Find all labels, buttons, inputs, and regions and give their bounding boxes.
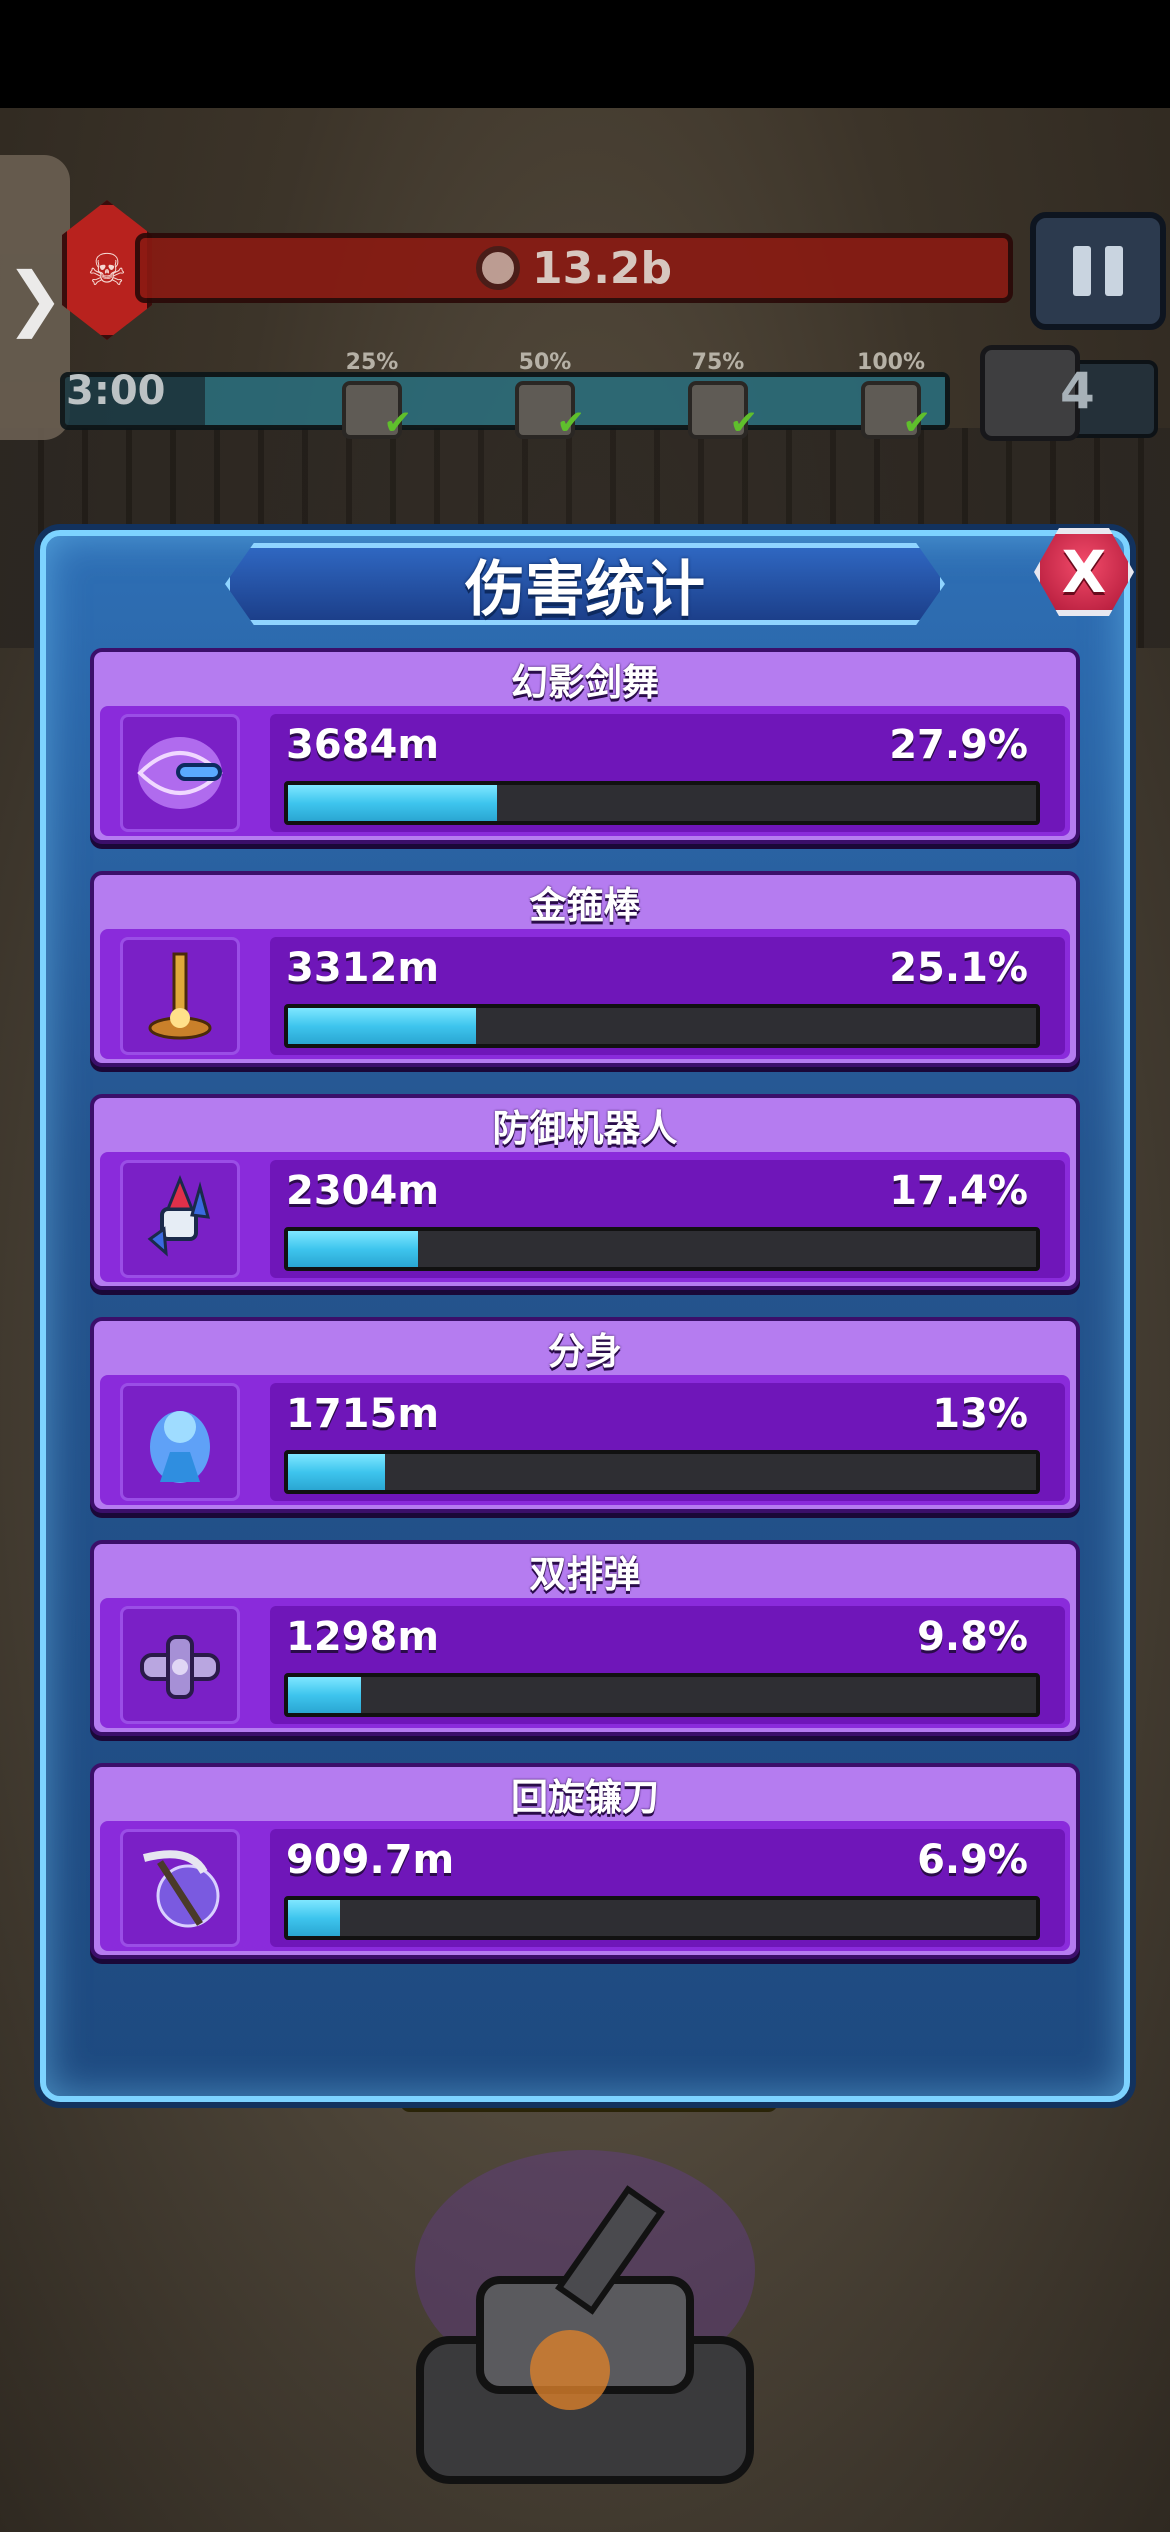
check-icon: ✔ (902, 403, 932, 443)
check-icon: ✔ (729, 403, 759, 443)
skill-card: 分身 1715m 13% (90, 1317, 1080, 1513)
skill-name: 双排弹 (529, 1553, 641, 1596)
skill-damage-bar (284, 1227, 1040, 1271)
skill-damage-bar-fill (288, 1677, 362, 1713)
chest-icon: ✔ (861, 381, 931, 443)
chest-icon: ✔ (342, 381, 412, 443)
skill-damage-bar-fill (288, 785, 497, 821)
skill-damage-bar (284, 1004, 1040, 1048)
skill-damage: 2304m (286, 1168, 440, 1214)
target-icon (475, 246, 520, 290)
skill-card: 幻影剑舞 3684m 27.9% (90, 648, 1080, 844)
skill-percent: 27.9% (889, 722, 1028, 768)
phantom-sword-icon (120, 714, 240, 832)
boss-hp-value: 13.2b (531, 242, 673, 294)
skill-name: 分身 (548, 1330, 622, 1373)
skill-damage: 3684m (286, 722, 440, 768)
skill-damage-bar (284, 1896, 1040, 1940)
golden-staff-icon (120, 937, 240, 1055)
skill-name: 防御机器人 (492, 1107, 678, 1150)
player-tank-icon (415, 2150, 755, 2484)
skill-percent: 17.4% (889, 1168, 1028, 1214)
milestone-label: 75% (691, 350, 745, 375)
skill-damage: 1298m (286, 1614, 440, 1660)
milestone-75: 75% ✔ (683, 350, 758, 443)
skill-card: 双排弹 1298m 9.8% (90, 1540, 1080, 1736)
skill-name: 金箍棒 (529, 884, 641, 927)
boss-health-bar: 13.2b (135, 233, 1013, 303)
milestone-50: 50% ✔ (510, 350, 585, 443)
skill-damage-bar-fill (288, 1008, 476, 1044)
pause-button[interactable] (1030, 212, 1166, 330)
check-icon: ✔ (556, 403, 586, 443)
wave-progress-bar (60, 372, 950, 430)
skill-damage-bar-fill (288, 1454, 386, 1490)
milestone-100: 100% ✔ (856, 350, 931, 443)
skill-percent: 6.9% (917, 1837, 1028, 1883)
skill-name: 幻影剑舞 (511, 661, 659, 704)
skill-percent: 9.8% (917, 1614, 1028, 1660)
boomerang-scythe-icon (120, 1829, 240, 1947)
skill-card: 回旋镰刀 909.7m 6.9% (90, 1763, 1080, 1959)
milestone-label: 100% (857, 350, 925, 375)
skill-percent: 25.1% (889, 945, 1028, 991)
clone-icon (120, 1383, 240, 1501)
skill-card: 金箍棒 3312m 25.1% (90, 871, 1080, 1067)
check-icon: ✔ (383, 403, 413, 443)
milestone-label: 25% (345, 350, 399, 375)
skill-damage-bar (284, 1673, 1040, 1717)
skill-damage-bar (284, 1450, 1040, 1494)
skill-damage-bar (284, 781, 1040, 825)
skill-card: 防御机器人 2304m 17.4% (90, 1094, 1080, 1290)
defense-robot-icon (120, 1160, 240, 1278)
skill-percent: 13% (932, 1391, 1028, 1437)
skill-damage: 909.7m (286, 1837, 455, 1883)
skill-damage: 3312m (286, 945, 440, 991)
chest-icon: ✔ (515, 381, 585, 443)
double-shot-icon (120, 1606, 240, 1724)
panel-title: 伤害统计 (465, 554, 705, 625)
wave-timer: 3:00 (66, 368, 166, 414)
milestone-label: 50% (518, 350, 572, 375)
skill-damage-bar-fill (288, 1900, 340, 1936)
coin-count: 4 (1060, 362, 1095, 420)
chest-icon: ✔ (688, 381, 758, 443)
skill-damage: 1715m (286, 1391, 440, 1437)
skill-name: 回旋镰刀 (511, 1776, 659, 1819)
milestone-25: 25% ✔ (337, 350, 412, 443)
skill-damage-bar-fill (288, 1231, 419, 1267)
